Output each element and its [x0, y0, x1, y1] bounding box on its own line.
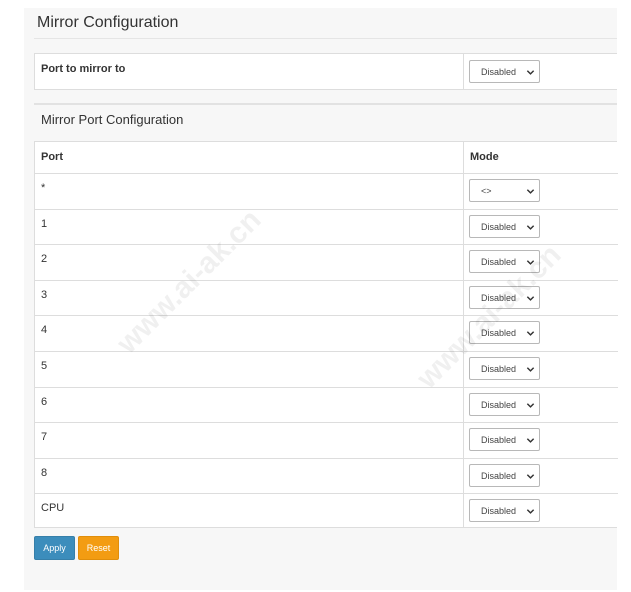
- page-title: Mirror Configuration: [37, 14, 179, 31]
- port-cell: 5: [41, 360, 48, 372]
- row-divider: [35, 244, 618, 246]
- chevron-down-icon: [526, 224, 535, 230]
- row-divider: [35, 457, 618, 459]
- chevron-down-icon: [526, 509, 535, 515]
- chevron-down-icon: [526, 473, 535, 479]
- port-cell: 8: [41, 466, 48, 479]
- mirror-to-select[interactable]: Disabled: [469, 60, 540, 83]
- chevron-down-icon: [526, 189, 535, 194]
- row-divider: [35, 422, 618, 424]
- mode-select[interactable]: Disabled: [469, 250, 540, 274]
- port-cell: 2: [41, 253, 48, 266]
- mode-select[interactable]: Disabled: [469, 428, 540, 452]
- mode-select[interactable]: Disabled: [469, 321, 540, 345]
- select-value: Disabled: [481, 67, 517, 77]
- main-panel: Mirror Configuration Port to mirror to D…: [24, 8, 618, 590]
- row-divider: [35, 315, 618, 317]
- select-value: Disabled: [481, 470, 517, 481]
- column-divider: [463, 54, 464, 90]
- port-cell: 1: [41, 217, 48, 230]
- chevron-down-icon: [526, 70, 535, 75]
- reset-button[interactable]: Reset: [78, 536, 119, 560]
- column-divider: [463, 142, 464, 528]
- select-value: <>: [481, 186, 492, 196]
- mirror-to-label: Port to mirror to: [41, 63, 126, 75]
- port-table: Port Mode * <> 1 Disabled 2 Disabled 3 Disabled…: [34, 141, 618, 528]
- mode-select[interactable]: Disabled: [469, 214, 540, 238]
- chevron-down-icon: [526, 402, 535, 408]
- mode-select[interactable]: Disabled: [469, 392, 540, 416]
- chevron-down-icon: [526, 295, 535, 301]
- select-value: Disabled: [481, 399, 517, 410]
- mode-column-header: Mode: [470, 151, 499, 163]
- chevron-down-icon: [526, 260, 535, 266]
- chevron-down-icon: [526, 438, 535, 444]
- port-cell: 6: [41, 395, 48, 408]
- port-cell: 4: [41, 324, 48, 337]
- select-value: Disabled: [481, 257, 517, 268]
- mode-select[interactable]: Disabled: [469, 499, 540, 523]
- row-divider: [35, 208, 618, 210]
- row-divider: [35, 279, 618, 281]
- apply-button[interactable]: Apply: [34, 536, 75, 560]
- select-value: Disabled: [481, 292, 517, 303]
- port-cell: CPU: [41, 502, 65, 515]
- mode-select[interactable]: Disabled: [469, 285, 540, 309]
- select-value: Disabled: [481, 506, 517, 517]
- port-cell: 7: [41, 431, 48, 444]
- port-cell: *: [41, 182, 46, 194]
- section-divider: [34, 103, 617, 105]
- port-cell: 3: [41, 288, 48, 301]
- select-value: Disabled: [481, 221, 517, 232]
- mode-select[interactable]: Disabled: [469, 463, 540, 487]
- chevron-down-icon: [526, 331, 535, 337]
- select-value: Disabled: [481, 364, 517, 374]
- row-divider: [35, 351, 618, 352]
- port-column-header: Port: [41, 151, 63, 163]
- section-title: Mirror Port Configuration: [41, 112, 184, 127]
- row-divider: [35, 173, 618, 174]
- select-value: Disabled: [481, 328, 517, 339]
- mode-select[interactable]: <>: [469, 179, 540, 202]
- mirror-to-box: Port to mirror to Disabled: [34, 53, 617, 90]
- row-divider: [35, 386, 618, 388]
- mode-select[interactable]: Disabled: [469, 357, 540, 380]
- row-divider: [35, 493, 618, 495]
- chevron-down-icon: [526, 367, 535, 372]
- select-value: Disabled: [481, 435, 517, 446]
- title-divider: [34, 38, 617, 39]
